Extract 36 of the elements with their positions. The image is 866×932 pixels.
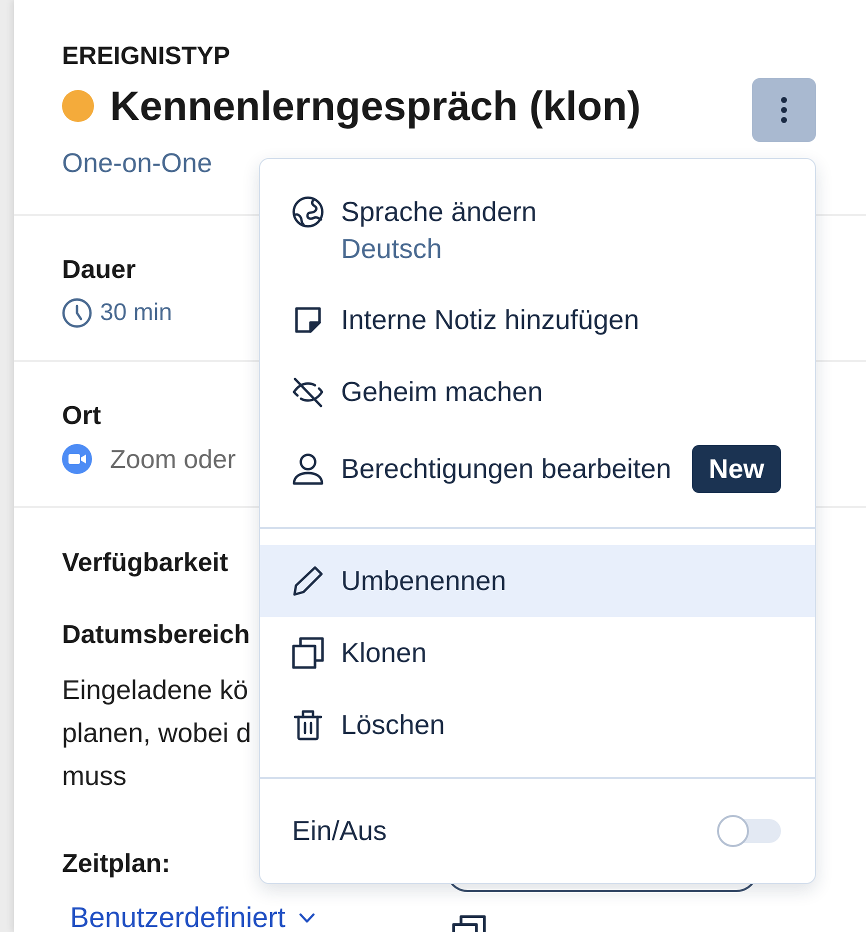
menu-item[interactable]: Berechtigungen bearbeiten New	[260, 428, 815, 510]
note-icon	[294, 306, 322, 334]
crossed-eye-icon	[292, 376, 324, 408]
dot-icon	[62, 90, 94, 122]
video-camera-icon	[62, 444, 92, 474]
menu-item[interactable]: Geheim machen	[260, 356, 815, 428]
field-label: Datumsbereich	[62, 620, 250, 648]
field-value: 30 min	[100, 299, 172, 327]
schedule-dropdown[interactable]: Benutzerdefiniert	[62, 904, 316, 932]
copy-icon	[292, 637, 324, 669]
menu-item[interactable]: Interne Notiz hinzufügen	[260, 284, 815, 356]
new-badge: New	[692, 445, 781, 493]
chevron-down-icon	[299, 913, 316, 923]
more-button[interactable]	[752, 78, 816, 142]
field-label: Zeitplan:	[62, 849, 170, 877]
menu-item[interactable]: Sprache ändern Deutsch	[260, 176, 815, 284]
menu-item[interactable]: Klonen	[260, 617, 815, 689]
toggle-label: Ein/Aus	[292, 817, 387, 845]
clock-icon	[62, 298, 92, 328]
event-title: Kennenlerngespräch (klon)	[110, 82, 641, 131]
person-icon	[292, 453, 324, 485]
section-eyebrow: EREIGNISTYP	[62, 41, 230, 72]
menu-item[interactable]: Umbenennen	[260, 545, 815, 617]
description-text: Eingeladene kö planen, wobei d muss	[62, 674, 252, 793]
field-value: Zoom oder	[110, 444, 236, 474]
pencil-icon	[292, 565, 324, 597]
event-kind-text: One-on-One	[62, 148, 212, 178]
globe-icon	[292, 196, 324, 228]
section-heading: Verfügbarkeit	[62, 548, 228, 576]
menu-item[interactable]: Löschen	[260, 689, 815, 761]
trash-icon	[292, 709, 324, 741]
toggle-switch[interactable]	[717, 815, 781, 847]
vertical-dots-icon	[781, 97, 787, 123]
field-label: Dauer	[62, 255, 136, 283]
field-label: Ort	[62, 401, 101, 429]
current-language-text: Deutsch	[341, 235, 442, 263]
